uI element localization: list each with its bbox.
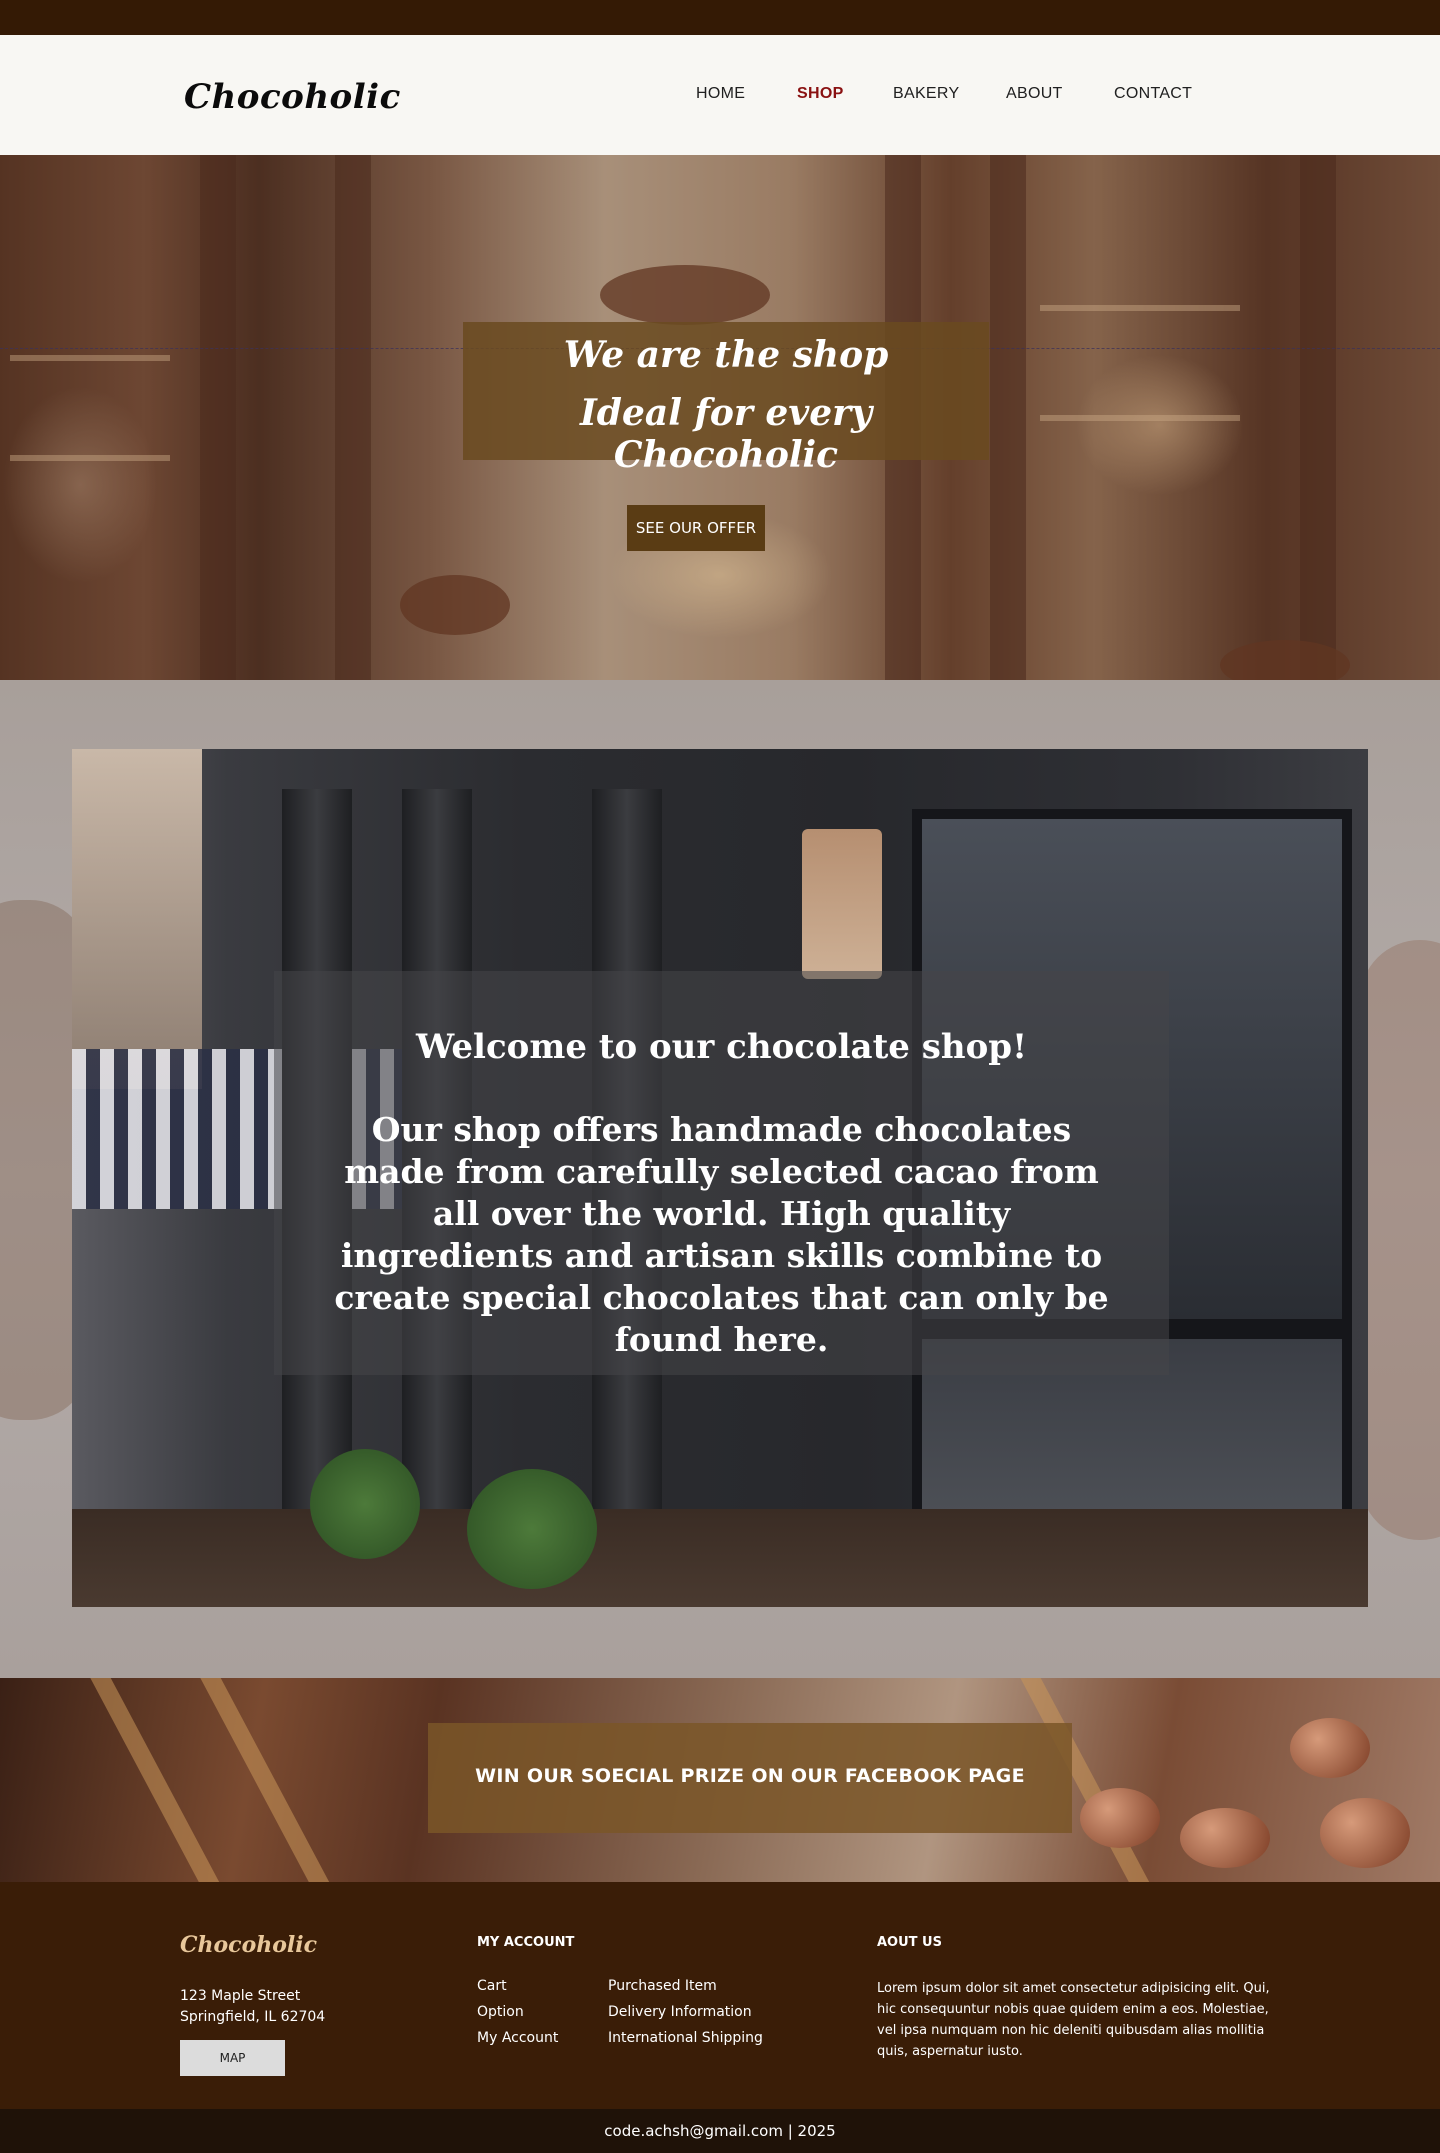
hero-headline-line2: Ideal for every Chocoholic — [579, 392, 873, 476]
welcome-section: Welcome to our chocolate shop! Our shop … — [0, 680, 1440, 1678]
storefront-shrub — [310, 1449, 420, 1559]
welcome-text: Our shop offers handmade chocolates made… — [334, 1110, 1109, 1359]
storefront-sidewalk — [72, 1509, 1368, 1607]
map-button[interactable]: MAP — [180, 2040, 285, 2076]
hero-headline-line1: We are the shop — [563, 334, 889, 376]
site-header: Chocoholic HOME SHOP BAKERY ABOUT CONTAC… — [0, 35, 1440, 155]
promo-section: WIN OUR SOECIAL PRIZE ON OUR FACEBOOK PA… — [0, 1678, 1440, 1882]
hero-headline-box: We are the shop Ideal for every Chocohol… — [463, 322, 989, 476]
promo-bg-sweet — [1290, 1718, 1370, 1778]
copyright-text: code.achsh@gmail.com | 2025 — [604, 2122, 836, 2140]
promo-bg-rail — [80, 1678, 238, 1882]
welcome-box: Welcome to our chocolate shop! Our shop … — [274, 971, 1169, 1375]
address-line: Springfield, IL 62704 — [180, 2009, 326, 2025]
promo-bg-sweet — [1080, 1788, 1160, 1848]
promo-bg-sweet — [1180, 1808, 1270, 1868]
about-heading: AOUT US — [877, 1935, 942, 1950]
footer-link-option[interactable]: Option — [477, 2004, 524, 2020]
section-bg-blur — [1360, 940, 1440, 1540]
storefront-lantern — [802, 829, 882, 979]
facebook-prize-banner[interactable]: WIN OUR SOECIAL PRIZE ON OUR FACEBOOK PA… — [428, 1723, 1072, 1833]
nav-contact[interactable]: CONTACT — [1114, 85, 1192, 103]
footer-link-delivery-information[interactable]: Delivery Information — [608, 2004, 752, 2020]
footer-link-cart[interactable]: Cart — [477, 1978, 507, 1994]
nav-home[interactable]: HOME — [696, 85, 745, 103]
hero-section: We are the shop Ideal for every Chocohol… — [0, 155, 1440, 680]
footer-link-international-shipping[interactable]: International Shipping — [608, 2030, 763, 2046]
welcome-title: Welcome to our chocolate shop! — [416, 1027, 1027, 1067]
promo-bg-sweet — [1320, 1798, 1410, 1868]
storefront-image: Welcome to our chocolate shop! Our shop … — [72, 749, 1368, 1607]
my-account-heading: MY ACCOUNT — [477, 1935, 575, 1950]
footer-link-purchased-item[interactable]: Purchased Item — [608, 1978, 717, 1994]
promo-bg-rail — [190, 1678, 348, 1882]
top-bar — [0, 0, 1440, 35]
copyright-bar: code.achsh@gmail.com | 2025 — [0, 2109, 1440, 2153]
site-footer: Chocoholic 123 Maple Street Springfield,… — [0, 1882, 1440, 2109]
nav-shop[interactable]: SHOP — [797, 85, 844, 103]
address-line: 123 Maple Street — [180, 1988, 301, 2004]
site-logo[interactable]: Chocoholic — [184, 77, 401, 117]
facebook-prize-text: WIN OUR SOECIAL PRIZE ON OUR FACEBOOK PA… — [475, 1765, 1025, 1787]
see-offer-button[interactable]: SEE OUR OFFER — [627, 505, 765, 551]
storefront-shrub — [467, 1469, 597, 1589]
footer-logo: Chocoholic — [180, 1932, 318, 1958]
storefront-building — [72, 749, 202, 1089]
about-text: Lorem ipsum dolor sit amet consectetur a… — [877, 1981, 1270, 2059]
footer-link-my-account[interactable]: My Account — [477, 2030, 558, 2046]
footer-address: 123 Maple Street Springfield, IL 62704 — [180, 1986, 325, 2028]
nav-bakery[interactable]: BAKERY — [893, 85, 959, 103]
nav-about[interactable]: ABOUT — [1006, 85, 1063, 103]
